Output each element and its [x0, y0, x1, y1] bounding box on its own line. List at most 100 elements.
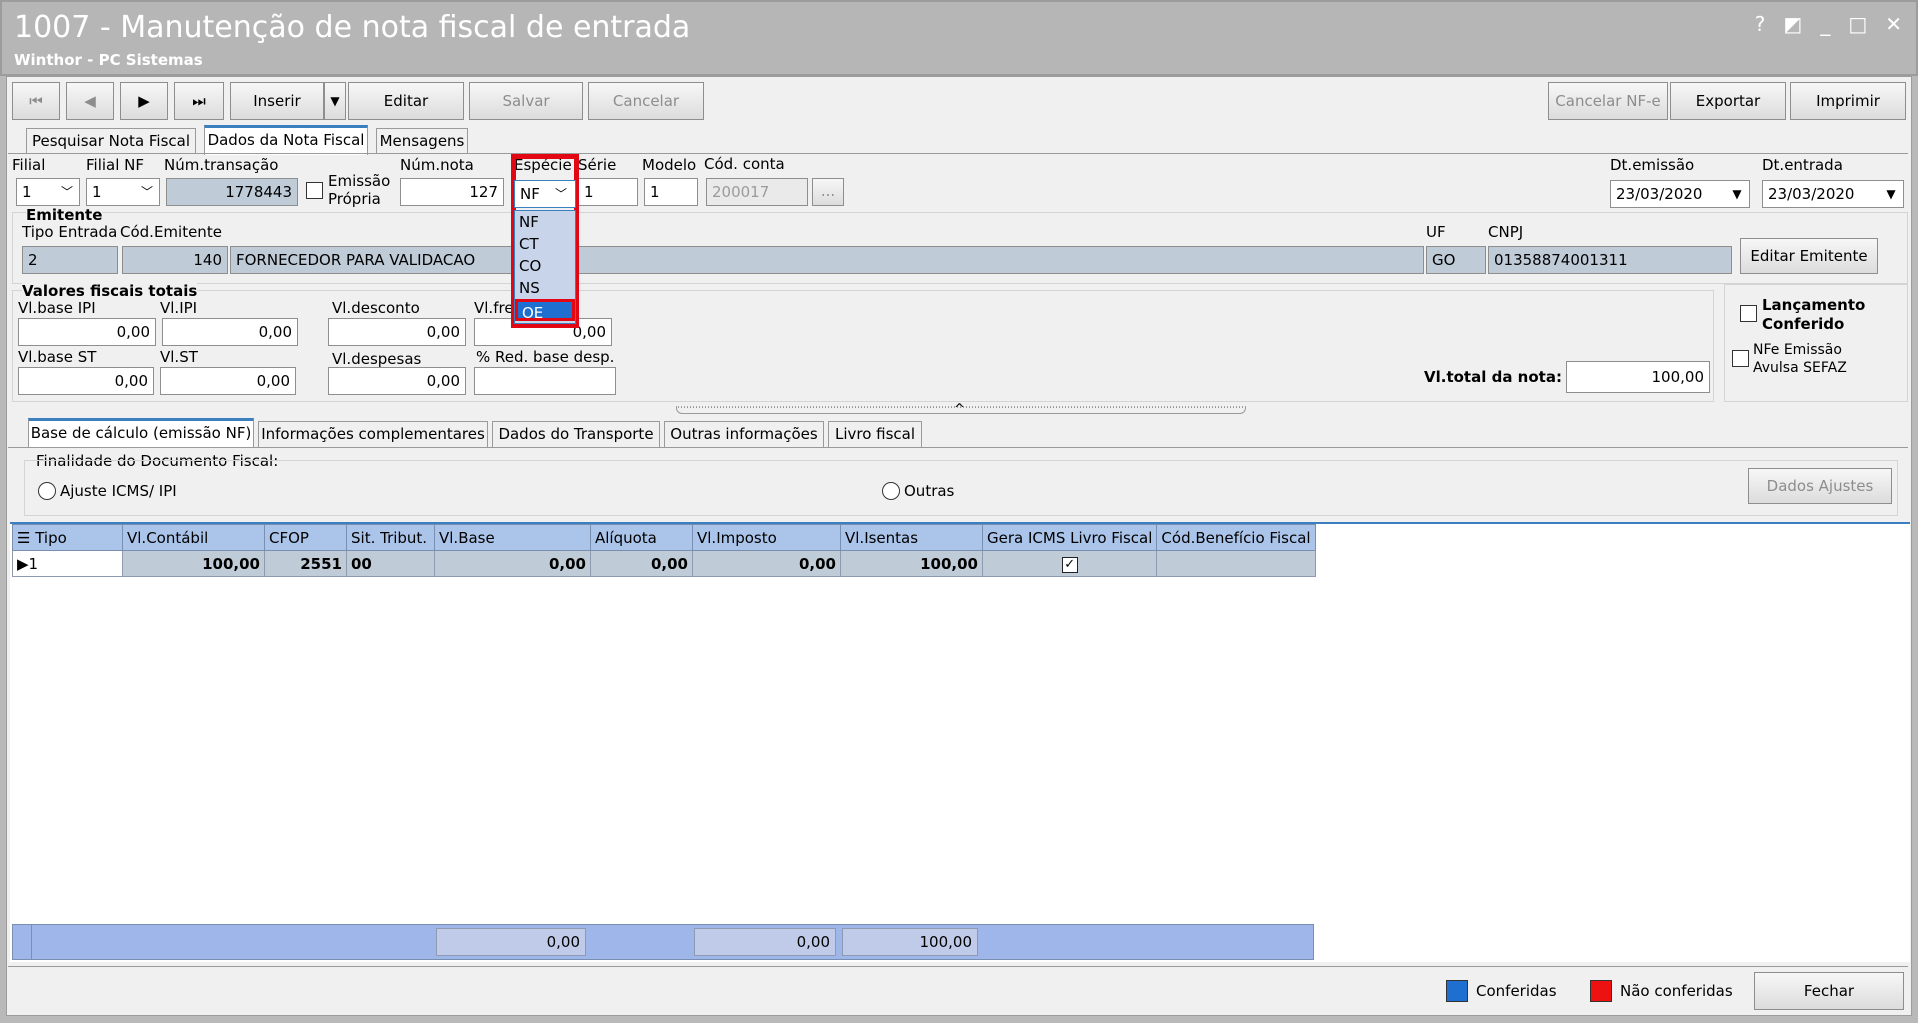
grid-cell-gera-icms[interactable]: ✓	[981, 550, 1158, 577]
filial-select[interactable]: 1 ﹀	[16, 178, 80, 206]
salvar-button[interactable]: Salvar	[469, 82, 583, 120]
grid-col-cod-beneficio[interactable]: Cód.Benefício Fiscal	[1156, 524, 1316, 551]
vl-despesas-field[interactable]: 0,00	[328, 367, 466, 395]
close-icon[interactable]: ✕	[1885, 12, 1902, 36]
chevron-down-icon: ﹀	[554, 187, 567, 201]
grid-col-vl-contabil[interactable]: Vl.Contábil	[122, 524, 265, 551]
modelo-field[interactable]: 1	[644, 178, 698, 206]
restore-icon[interactable]: ◩	[1783, 12, 1802, 36]
grid-col-sit-tribut[interactable]: Sit. Tribut.	[346, 524, 435, 551]
uf-field[interactable]: GO	[1426, 246, 1486, 274]
fechar-button[interactable]: Fechar	[1754, 972, 1904, 1010]
especie-option[interactable]: NS	[515, 277, 575, 299]
grid-col-gera-icms[interactable]: Gera ICMS Livro Fiscal	[981, 524, 1158, 551]
dt-emissao-field[interactable]: 23/03/2020 ▼	[1610, 180, 1750, 208]
num-transacao-label: Núm.transação	[164, 156, 279, 174]
emissao-line1: Emissão	[328, 172, 391, 190]
collapse-up-icon[interactable]: ^	[954, 402, 965, 417]
serie-label: Série	[578, 156, 617, 174]
grid-col-tipo[interactable]: ☰ Tipo	[12, 524, 123, 551]
editar-button[interactable]: Editar	[348, 82, 464, 120]
tab-pesquisar-nota[interactable]: Pesquisar Nota Fiscal	[26, 128, 196, 154]
especie-select[interactable]: NF ﹀	[514, 180, 576, 208]
grid-cell-aliquota[interactable]: 0,00	[590, 550, 693, 577]
prev-record-button[interactable]: ◀	[66, 82, 114, 120]
subtab-outras-informacoes[interactable]: Outras informações	[664, 421, 824, 447]
vl-frete-label: Vl.fre	[474, 299, 514, 317]
first-record-button[interactable]: ⏮	[12, 82, 60, 120]
grid-totals-indicator	[12, 924, 32, 960]
nfe-avulsa-checkbox[interactable]	[1732, 350, 1749, 367]
filial-nf-label: Filial NF	[86, 156, 145, 174]
especie-option[interactable]: CO	[515, 255, 575, 277]
subtab-base-calculo[interactable]: Base de cálculo (emissão NF)	[28, 418, 254, 448]
grid-cell-cfop[interactable]: 2551	[264, 550, 347, 577]
tab-dados-nota[interactable]: Dados da Nota Fiscal	[204, 125, 368, 155]
total-vl-base: 0,00	[436, 928, 586, 956]
minimize-icon[interactable]: _	[1820, 12, 1830, 36]
cancelar-button[interactable]: Cancelar	[588, 82, 704, 120]
subtab-livro-fiscal[interactable]: Livro fiscal	[828, 421, 922, 447]
last-record-button[interactable]: ⏭	[174, 82, 224, 120]
grid-col-cfop[interactable]: CFOP	[264, 524, 347, 551]
grid-col-vl-isentas[interactable]: Vl.Isentas	[840, 524, 983, 551]
emitente-nome-field[interactable]: FORNECEDOR PARA VALIDACAO	[230, 246, 1424, 274]
exportar-button[interactable]: Exportar	[1670, 82, 1786, 120]
tipo-entrada-label: Tipo Entrada	[22, 223, 118, 241]
vl-ipi-field[interactable]: 0,00	[162, 318, 298, 346]
grid-col-aliquota[interactable]: Alíquota	[590, 524, 693, 551]
ajuste-icms-radio[interactable]	[38, 482, 56, 500]
cod-emitente-field[interactable]: 140	[122, 246, 228, 274]
vl-base-st-field[interactable]: 0,00	[18, 367, 154, 395]
lancamento-conferido-checkbox[interactable]	[1740, 305, 1757, 322]
grid-cell-vl-contabil[interactable]: 100,00	[122, 550, 265, 577]
fiscal-grid: ☰ Tipo Vl.Contábil CFOP Sit. Tribut. Vl.…	[12, 524, 1316, 577]
next-record-button[interactable]: ▶	[120, 82, 168, 120]
vl-base-ipi-field[interactable]: 0,00	[18, 318, 156, 346]
cancelar-nfe-button[interactable]: Cancelar NF-e	[1548, 82, 1668, 120]
cod-conta-search-button[interactable]: ...	[812, 178, 844, 206]
tipo-entrada-field[interactable]: 2	[22, 246, 118, 274]
gera-icms-checkbox[interactable]: ✓	[1061, 557, 1078, 573]
grid-col-vl-base[interactable]: Vl.Base	[434, 524, 591, 551]
num-nota-field[interactable]: 127	[400, 178, 504, 206]
especie-option-selected[interactable]: OE	[515, 299, 575, 322]
inserir-dropdown-icon[interactable]: ▼	[324, 82, 346, 120]
especie-option[interactable]: CT	[515, 233, 575, 255]
table-row[interactable]: ▶1 100,00 2551 00 0,00 0,00 0,00 100,00 …	[12, 550, 1316, 577]
editar-emitente-button[interactable]: Editar Emitente	[1740, 238, 1878, 274]
serie-field[interactable]: 1	[578, 178, 638, 206]
cod-emitente-label: Cód.Emitente	[120, 223, 222, 241]
grid-cell-sit-tribut[interactable]: 00	[346, 550, 435, 577]
cnpj-field[interactable]: 01358874001311	[1488, 246, 1732, 274]
num-transacao-field[interactable]: 1778443	[166, 178, 298, 206]
cod-conta-field[interactable]: 200017	[706, 178, 808, 206]
maximize-icon[interactable]: □	[1848, 12, 1867, 36]
subtab-info-complementares[interactable]: Informações complementares	[258, 421, 488, 447]
vl-total-field[interactable]: 100,00	[1566, 361, 1710, 393]
nao-conferidas-label: Não conferidas	[1620, 982, 1733, 1000]
especie-option[interactable]: NF	[515, 211, 575, 233]
modelo-label: Modelo	[642, 156, 697, 174]
vl-st-field[interactable]: 0,00	[160, 367, 296, 395]
subtab-dados-transporte[interactable]: Dados do Transporte	[492, 421, 660, 447]
vl-desconto-field[interactable]: 0,00	[328, 318, 466, 346]
emissao-propria-checkbox[interactable]	[306, 182, 323, 199]
help-icon[interactable]: ?	[1755, 12, 1766, 36]
grid-cell-vl-base[interactable]: 0,00	[434, 550, 591, 577]
inserir-button[interactable]: Inserir	[230, 82, 324, 120]
imprimir-button[interactable]: Imprimir	[1790, 82, 1906, 120]
tab-mensagens[interactable]: Mensagens	[376, 128, 468, 154]
outras-radio[interactable]	[882, 482, 900, 500]
emissao-line2: Própria	[328, 190, 381, 208]
grid-cell-tipo[interactable]: ▶1	[12, 550, 123, 577]
grid-col-vl-imposto[interactable]: Vl.Imposto	[692, 524, 841, 551]
dados-ajustes-button[interactable]: Dados Ajustes	[1748, 468, 1892, 504]
emissao-propria-label: Emissão Própria	[328, 172, 390, 208]
filial-nf-select[interactable]: 1 ﹀	[86, 178, 160, 206]
grid-cell-vl-isentas[interactable]: 100,00	[840, 550, 983, 577]
grid-cell-cod-beneficio[interactable]	[1156, 550, 1316, 577]
red-base-field[interactable]	[474, 367, 616, 395]
dt-entrada-field[interactable]: 23/03/2020 ▼	[1762, 180, 1904, 208]
grid-cell-vl-imposto[interactable]: 0,00	[692, 550, 841, 577]
